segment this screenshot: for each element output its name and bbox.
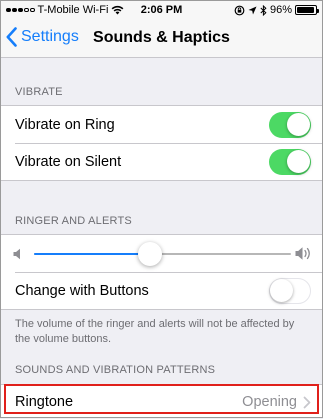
vibrate-on-silent-toggle[interactable] — [269, 148, 311, 175]
speaker-high-icon — [295, 247, 310, 260]
volume-slider-fill — [34, 253, 150, 255]
ringer-volume-row — [0, 235, 323, 272]
ringer-footer-note: The volume of the ringer and alerts will… — [15, 318, 295, 345]
status-right: 96% — [234, 4, 319, 16]
battery-fill — [297, 7, 315, 13]
ringtone-label: Ringtone — [15, 394, 74, 410]
page-title: Sounds & Haptics — [93, 29, 230, 46]
change-with-buttons-label: Change with Buttons — [15, 282, 149, 299]
ringtone-row[interactable]: Ringtone Opening — [0, 385, 323, 419]
volume-slider[interactable] — [34, 242, 291, 266]
location-arrow-icon — [248, 6, 257, 14]
change-with-buttons-row: Change with Buttons — [0, 272, 323, 309]
screenshot-frame — [0, 0, 323, 418]
vibrate-on-ring-row: Vibrate on Ring — [0, 106, 323, 143]
vibrate-on-ring-label: Vibrate on Ring — [15, 116, 115, 133]
patterns-group: Ringtone Opening — [0, 384, 323, 418]
chevron-right-icon — [303, 396, 311, 408]
section-header-patterns: SOUNDS AND VIBRATION PATTERNS — [15, 364, 216, 376]
section-header-ringer: RINGER AND ALERTS — [15, 215, 132, 227]
ringtone-value: Opening — [242, 394, 297, 410]
vibrate-on-silent-row: Vibrate on Silent — [0, 143, 323, 180]
ringer-group: Change with Buttons — [0, 234, 323, 310]
vibrate-group: Vibrate on Ring Vibrate on Silent — [0, 105, 323, 181]
battery-percent: 96% — [269, 4, 292, 16]
navigation-bar: Settings Sounds & Haptics — [0, 20, 323, 58]
vibrate-on-silent-label: Vibrate on Silent — [15, 153, 122, 170]
bluetooth-icon — [260, 4, 267, 16]
speaker-low-icon — [13, 248, 20, 260]
volume-slider-thumb[interactable] — [137, 242, 162, 266]
vibrate-on-ring-toggle[interactable] — [269, 111, 311, 138]
section-header-vibrate: VIBRATE — [15, 86, 63, 98]
orientation-lock-icon — [234, 5, 245, 15]
battery-icon — [295, 5, 319, 15]
status-bar: T-Mobile Wi-Fi 2:06 PM 96% — [0, 0, 323, 20]
change-with-buttons-toggle[interactable] — [269, 277, 311, 304]
